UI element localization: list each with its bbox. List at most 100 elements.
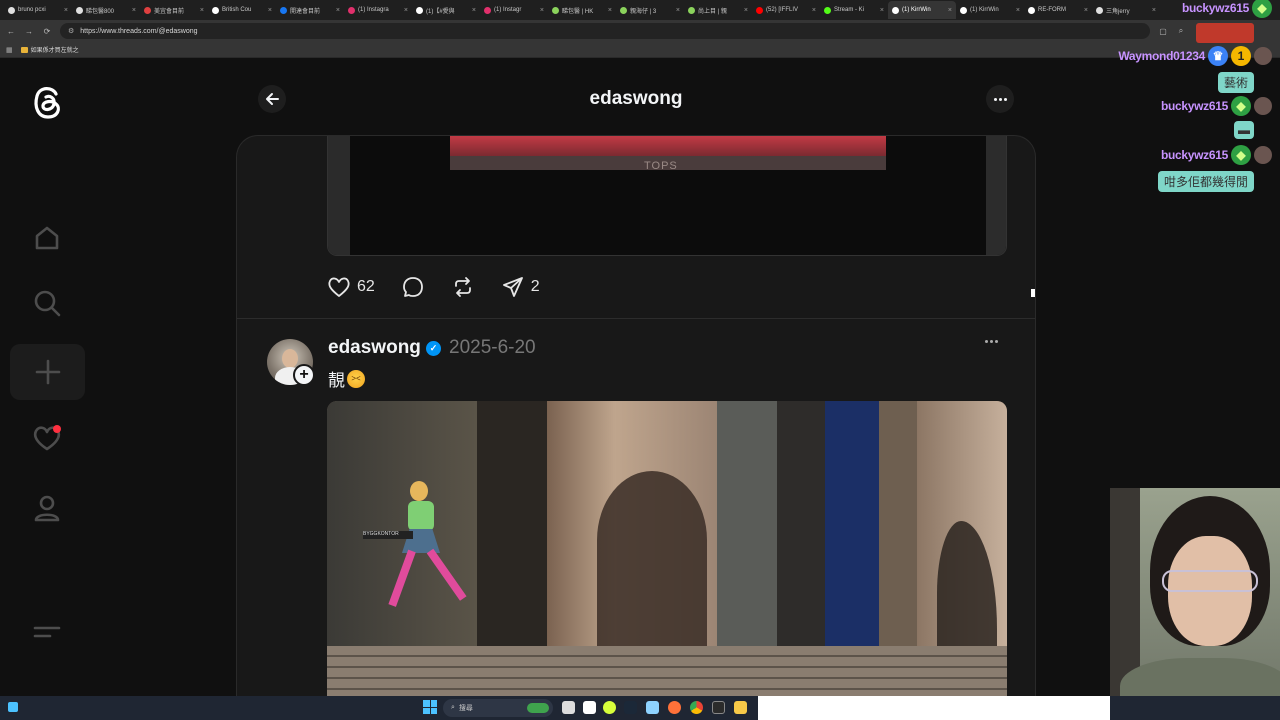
app-icon[interactable] <box>583 701 596 714</box>
close-tab-icon[interactable]: × <box>744 7 748 14</box>
chat-avatar <box>1254 97 1272 115</box>
post-photo[interactable]: BYGGKONTOR <box>327 401 1007 696</box>
browser-tab[interactable]: 睇包醫800 × <box>72 1 140 19</box>
address-bar[interactable]: ⚙ https://www.threads.com/@edaswong <box>60 23 1150 39</box>
green-diamond-icon: ◆ <box>1231 145 1251 165</box>
reload-icon[interactable]: ⟳ <box>42 27 52 36</box>
tab-label: (1) Instagra <box>358 7 389 13</box>
tab-favicon-icon <box>416 6 423 14</box>
tab-favicon-icon <box>484 6 491 14</box>
file-explorer-icon[interactable] <box>734 701 747 714</box>
post-divider <box>237 318 1035 319</box>
chrome-icon[interactable] <box>690 701 703 714</box>
search-icon[interactable] <box>29 285 65 321</box>
post-text: 靚 >< <box>328 366 365 391</box>
tab-label: (1) KirrWin <box>902 7 931 13</box>
app-icon[interactable] <box>646 701 659 714</box>
activity-heart-icon[interactable] <box>29 420 65 456</box>
steam-icon[interactable] <box>624 701 637 714</box>
close-tab-icon[interactable]: × <box>268 7 272 14</box>
send-icon <box>502 277 523 297</box>
tab-favicon-icon <box>824 6 831 14</box>
chat-username: buckywz615 <box>1181 1 1249 15</box>
tab-favicon-icon <box>552 6 559 14</box>
apps-grid-icon[interactable]: ▦ <box>6 46 13 54</box>
repost-button[interactable] <box>451 275 475 299</box>
chat-text: 藝術 <box>1217 72 1254 93</box>
close-tab-icon[interactable]: × <box>404 7 408 14</box>
browser-tab[interactable]: 開達會目前 × <box>276 1 344 19</box>
share-button[interactable]: 2 <box>501 275 540 299</box>
firefox-icon[interactable] <box>668 701 681 714</box>
browser-tab[interactable]: (1) KirrWin × <box>956 1 1024 19</box>
task-view-icon[interactable] <box>562 701 575 714</box>
comment-bubble-icon <box>402 277 423 297</box>
site-info-icon[interactable]: ⚙ <box>68 27 74 35</box>
close-tab-icon[interactable]: × <box>948 7 952 14</box>
post-username[interactable]: edaswong <box>328 337 421 359</box>
create-post-button[interactable] <box>10 344 85 400</box>
windows-start-icon[interactable] <box>423 700 437 714</box>
close-tab-icon[interactable]: × <box>676 7 680 14</box>
browser-tab[interactable]: (1) Instagra × <box>344 1 412 19</box>
chat-bubble: 藝術 <box>1217 72 1254 93</box>
forward-arrow-icon[interactable]: → <box>24 27 34 36</box>
search-placeholder: 搜尋 <box>458 705 473 712</box>
like-button[interactable]: 62 <box>327 276 375 298</box>
crown-icon: ♛ <box>1208 46 1228 66</box>
post-more-button[interactable] <box>985 340 998 343</box>
tab-favicon-icon <box>280 6 287 14</box>
browser-tab[interactable]: (52) [IFFLIV × <box>752 1 820 19</box>
close-tab-icon[interactable]: × <box>812 7 816 14</box>
home-icon[interactable] <box>29 220 65 256</box>
browser-tab[interactable]: (1) KirrWin × <box>888 1 956 19</box>
post-actions: 62 2 <box>327 276 566 298</box>
threads-logo-icon[interactable] <box>28 80 66 122</box>
like-count: 62 <box>357 278 375 295</box>
red-emote-icon <box>1196 23 1254 43</box>
post-image[interactable]: TOPS <box>327 136 1007 256</box>
close-tab-icon[interactable]: × <box>472 7 476 14</box>
bookmark-folder[interactable]: 如果係才買左就之 <box>20 45 79 54</box>
browser-tab[interactable]: 美宜會目前 × <box>140 1 208 19</box>
taskbar-search[interactable]: ⌕ 搜尋 <box>443 699 553 717</box>
browser-tab[interactable]: British Cou × <box>208 1 276 19</box>
reply-button[interactable] <box>401 275 425 299</box>
tab-favicon-icon <box>144 6 151 14</box>
browser-tab[interactable]: Stream - Ki × <box>820 1 888 19</box>
browser-tab[interactable]: bruno pcxi × <box>4 1 72 19</box>
tab-favicon-icon <box>756 6 763 14</box>
stream-chat-overlay: buckywz615 ◆ Waymond01234 ♛ 1 藝術 buckywz… <box>1080 0 1280 200</box>
chat-bubble: ▬ <box>1234 121 1254 139</box>
tab-label: British Cou <box>222 7 252 13</box>
back-arrow-icon[interactable]: ← <box>6 27 16 36</box>
close-tab-icon[interactable]: × <box>336 7 340 14</box>
tab-label: 尚上目 | 親 <box>698 8 727 15</box>
profile-icon[interactable] <box>29 490 65 526</box>
obs-icon[interactable] <box>603 701 616 714</box>
browser-tab[interactable]: 睇包醫 | HK × <box>548 1 616 19</box>
widgets-icon[interactable] <box>8 702 18 712</box>
chat-username: buckywz615 <box>1160 99 1228 113</box>
browser-tab[interactable]: (1) Instagr × <box>480 1 548 19</box>
browser-tab[interactable]: (1)【#愛與 × <box>412 1 480 19</box>
threads-sidebar <box>0 58 95 696</box>
chat-message: buckywz615 ◆ <box>1161 96 1272 116</box>
follow-plus-button[interactable]: + <box>293 364 315 386</box>
post-date[interactable]: 2025-6-20 <box>449 337 536 359</box>
browser-tab[interactable]: 親海仔 | 3 × <box>616 1 684 19</box>
close-tab-icon[interactable]: × <box>608 7 612 14</box>
app-icon[interactable] <box>712 701 725 714</box>
caption-overlay <box>758 696 1110 720</box>
close-tab-icon[interactable]: × <box>880 7 884 14</box>
close-tab-icon[interactable]: × <box>132 7 136 14</box>
browser-tab[interactable]: 尚上目 | 親 × <box>684 1 752 19</box>
close-tab-icon[interactable]: × <box>1016 7 1020 14</box>
close-tab-icon[interactable]: × <box>64 7 68 14</box>
more-options-button[interactable] <box>986 85 1014 113</box>
close-tab-icon[interactable]: × <box>540 7 544 14</box>
chat-message: Waymond01234 ♛ 1 <box>1118 46 1272 66</box>
menu-lines-icon[interactable] <box>29 614 65 650</box>
close-tab-icon[interactable]: × <box>200 7 204 14</box>
green-diamond-icon: ◆ <box>1252 0 1272 18</box>
